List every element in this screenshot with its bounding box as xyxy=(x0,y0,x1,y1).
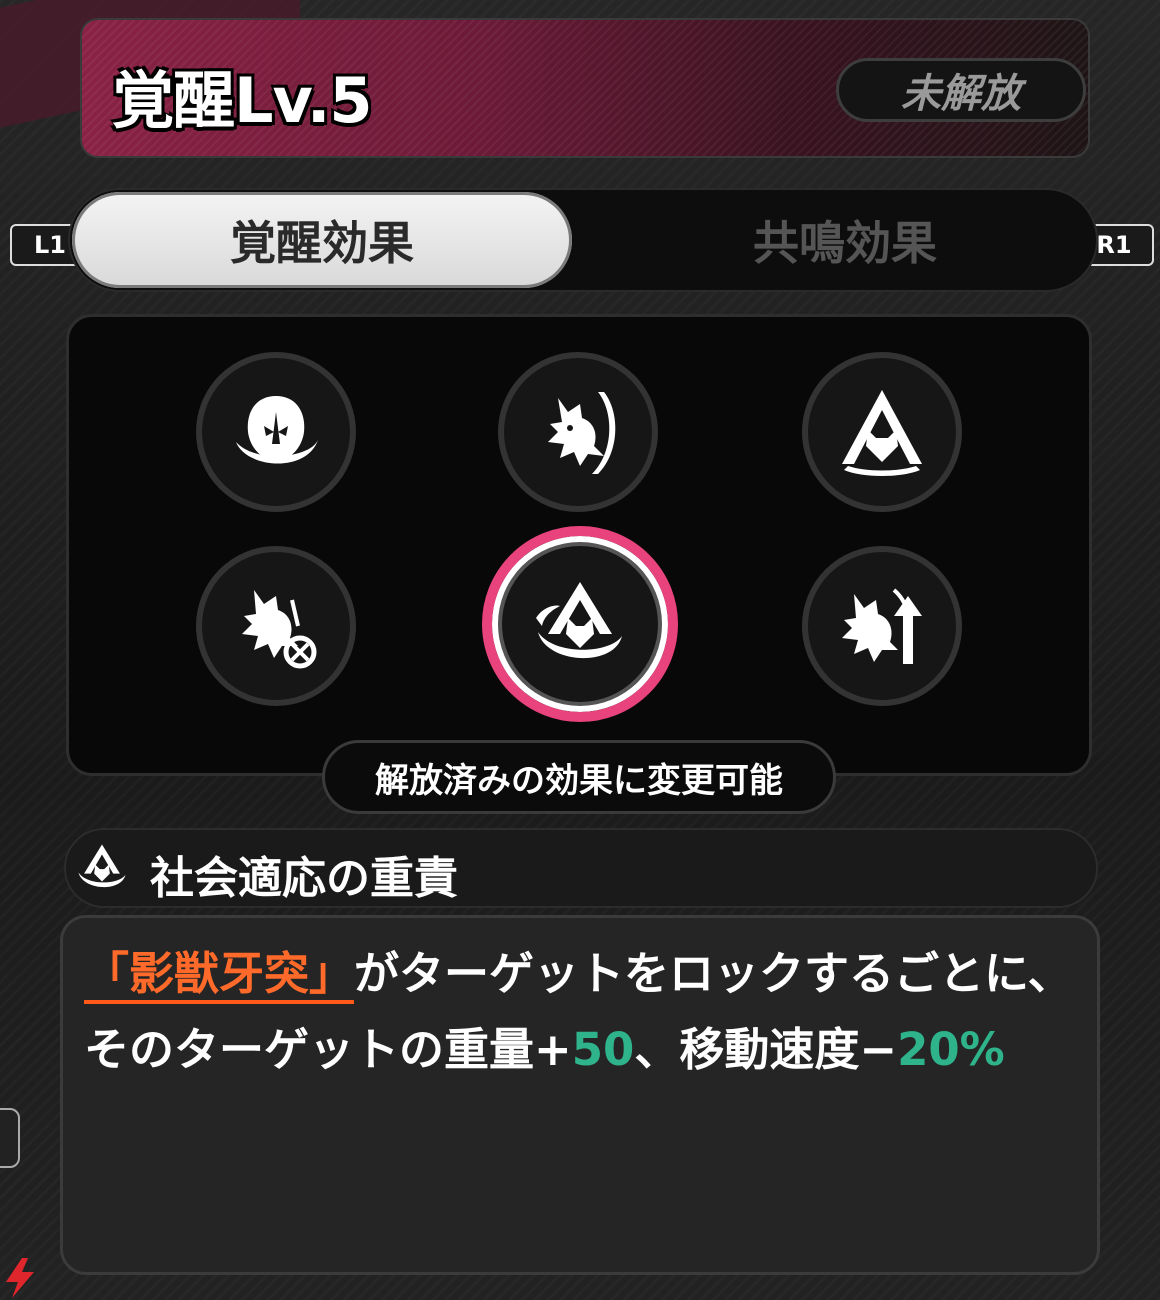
effect-option-6[interactable] xyxy=(802,546,962,706)
page-title: 覚醒Lv.5 xyxy=(112,64,373,137)
skill-name-link[interactable]: 「影獣牙突」 xyxy=(84,947,355,1004)
hooded-wolf-swirl-icon xyxy=(536,582,622,659)
lightning-logo-icon xyxy=(6,1258,34,1298)
hooded-wolf-swirl-icon xyxy=(78,844,126,888)
side-menu-handle[interactable] xyxy=(0,1108,20,1168)
effect-option-5[interactable] xyxy=(482,526,678,722)
effect-name: 社会適応の重責 xyxy=(150,853,458,904)
wolf-arrow-up-icon xyxy=(842,588,922,664)
wolf-slash-icon xyxy=(548,392,616,474)
hooded-face-swirl-icon xyxy=(236,396,318,464)
tab-bar: 覚醒効果 共鳴効果 xyxy=(68,188,1098,292)
effect-option-2[interactable] xyxy=(498,352,658,512)
effect-option-4[interactable] xyxy=(196,546,356,706)
speed-value: 20% xyxy=(897,1023,1005,1076)
tab-awakening-effect[interactable]: 覚醒効果 xyxy=(72,192,572,288)
tab-resonance-effect[interactable]: 共鳴効果 xyxy=(590,192,1100,288)
effect-option-1[interactable] xyxy=(196,352,356,512)
effect-option-3[interactable] xyxy=(802,352,962,512)
wolf-target-icon xyxy=(242,590,317,669)
description-text-2: 、移動速度− xyxy=(634,1023,898,1076)
status-badge: 未解放 xyxy=(836,58,1086,122)
change-effect-note: 解放済みの効果に変更可能 xyxy=(322,740,836,814)
wolf-triangle-icon xyxy=(842,390,922,476)
awakening-header: 覚醒Lv.5 未解放 xyxy=(80,18,1090,158)
effect-description: 「影獣牙突」がターゲットをロックするごとに、そのターゲットの重量+50、移動速度… xyxy=(84,936,1074,1088)
weight-value: 50 xyxy=(571,1023,635,1076)
